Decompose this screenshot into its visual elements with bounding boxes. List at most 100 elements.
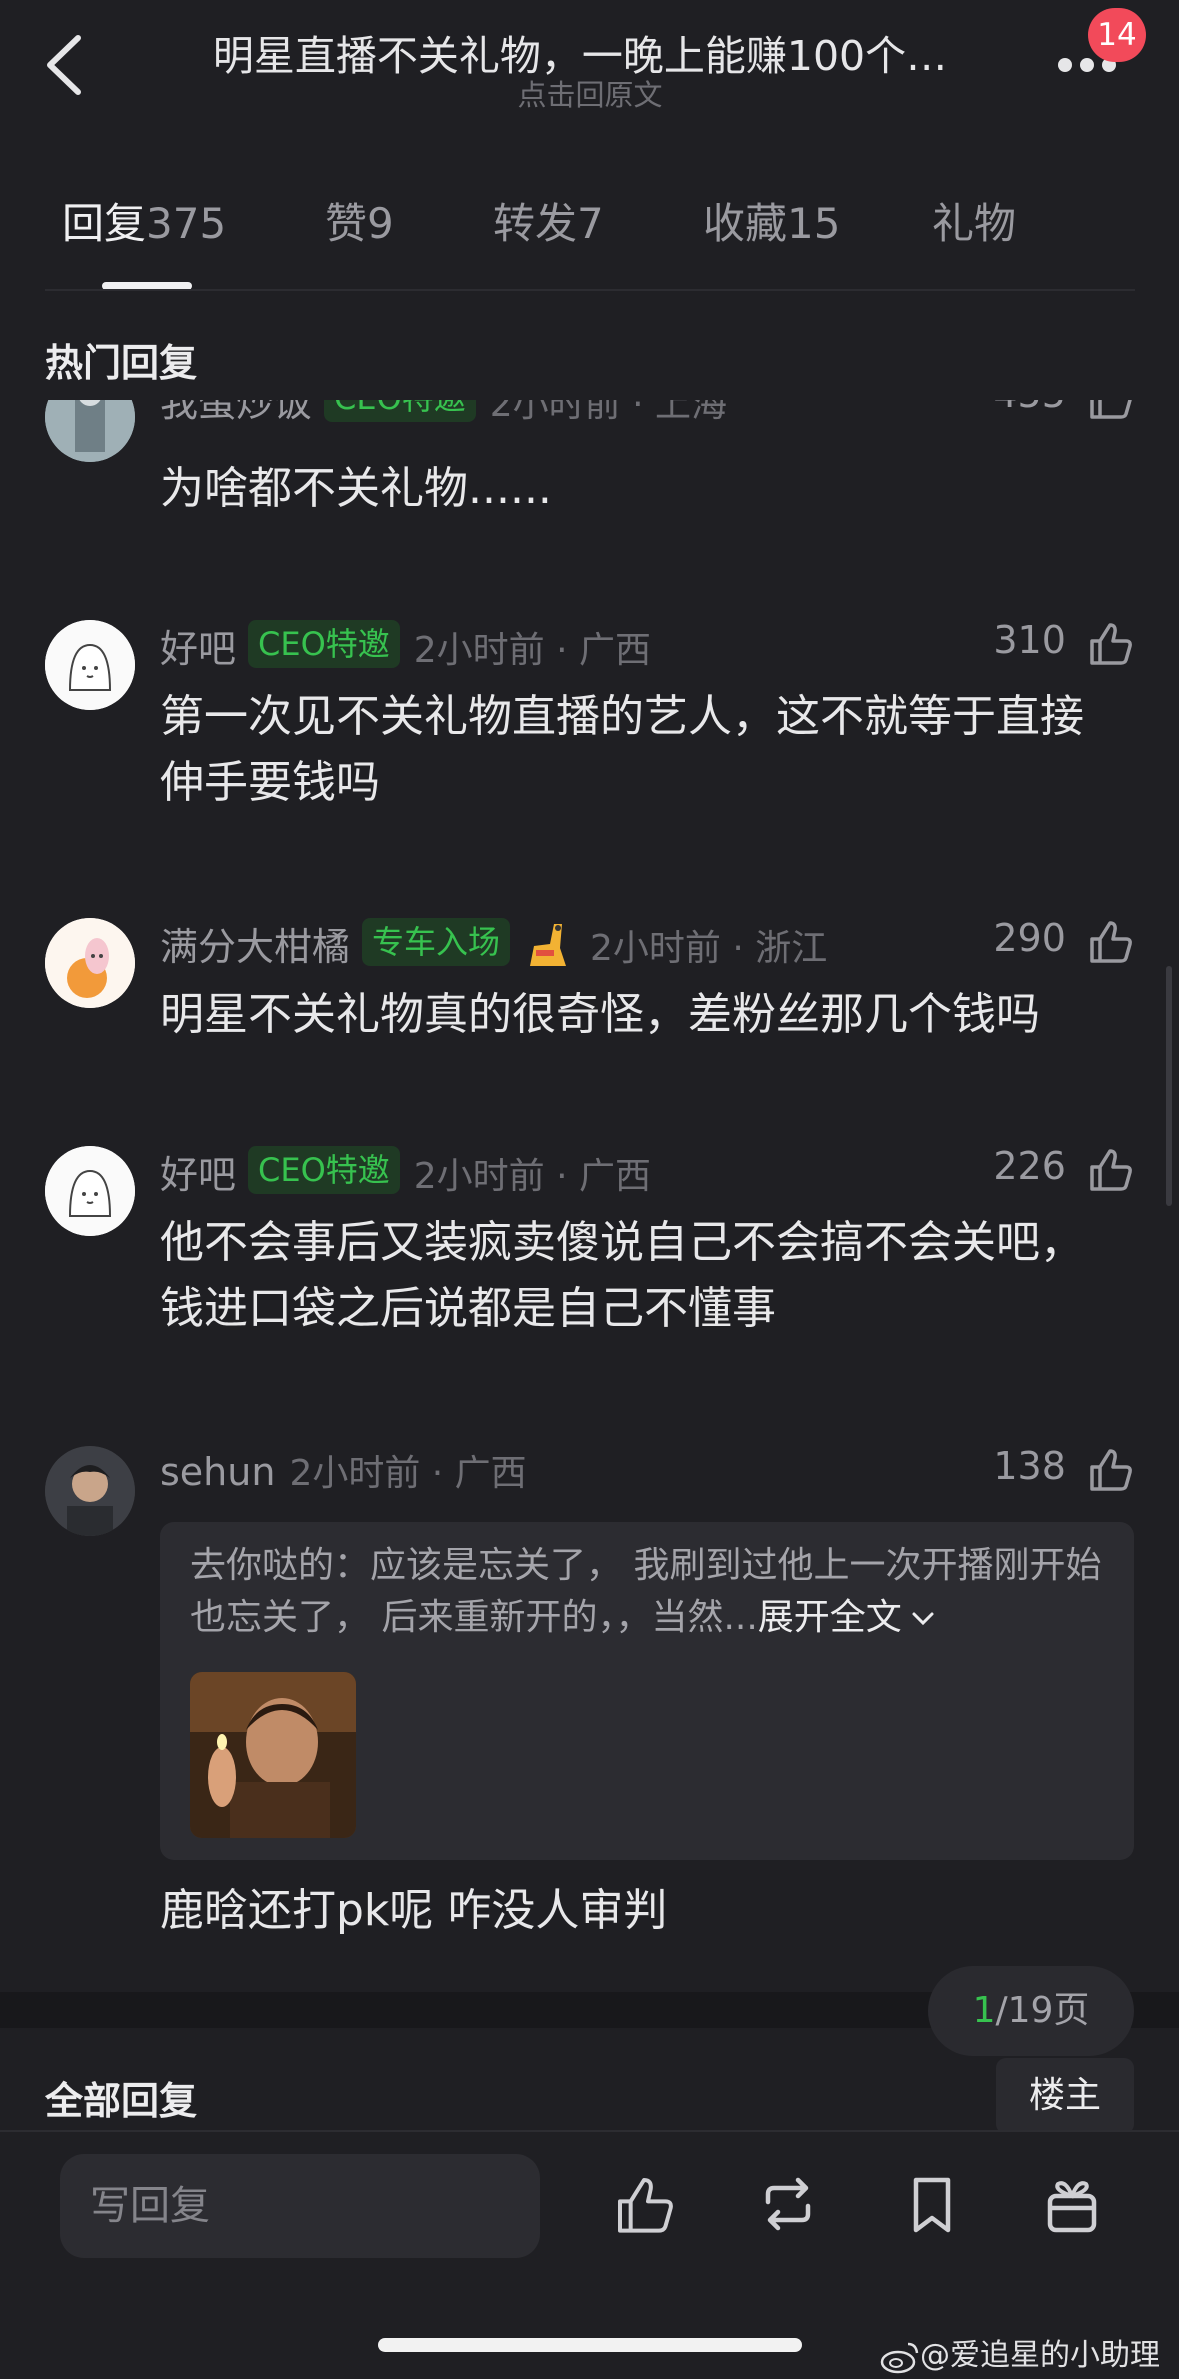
like-button[interactable]: 455 — [993, 400, 1134, 432]
like-count: 290 — [993, 916, 1066, 960]
thumbs-up-icon — [618, 2178, 673, 2233]
chevron-down-icon — [912, 1612, 934, 1626]
giraffe-badge-icon — [530, 924, 567, 966]
comment-text: 鹿晗还打pk呢 咋没人审判 — [160, 1885, 668, 1936]
like-count: 226 — [993, 1144, 1066, 1188]
like-button[interactable]: 290 — [993, 916, 1134, 976]
comment-meta: 好吧 CEO特邀 2小时前 · 广西 — [160, 618, 651, 678]
username[interactable]: sehun — [160, 1450, 275, 1494]
thumbs-up-icon — [1090, 622, 1132, 665]
tab-bar: 回复375 赞9 转发7 收藏15 礼物 — [0, 190, 1179, 290]
quote-text: 去你哒的：应该是忘关了， 我刷到过他上一次开播刚开始也忘关了， 后来重新开的，，… — [190, 1545, 1102, 1638]
tab-favorites[interactable]: 收藏15 — [703, 190, 840, 251]
reaction-gif-image[interactable] — [190, 1672, 356, 1838]
like-post-button[interactable] — [612, 2172, 676, 2242]
tab-likes[interactable]: 赞9 — [325, 190, 394, 251]
back-button[interactable] — [40, 30, 90, 100]
dot-icon — [1058, 58, 1072, 72]
watermark: @爱追星的小助理 — [880, 2330, 1160, 2374]
comment-item[interactable]: 满分大柑橘 专车入场 2小时前 · 浙江 290 明星不关礼物真的很奇怪，差粉丝那几… — [0, 916, 1179, 1056]
comment-text: 第一次见不关礼物直播的艺人，这不就等于直接伸手要钱吗 — [160, 691, 1084, 808]
comment-item[interactable]: 好吧 CEO特邀 2小时前 · 广西 226 他不会事后又装疯卖傻说自己不会搞不会关… — [0, 1144, 1179, 1354]
hot-replies-title: 热门回复 — [45, 341, 198, 385]
gift-icon — [1047, 2181, 1097, 2233]
like-count: 310 — [993, 618, 1066, 662]
tab-count: 9 — [367, 199, 394, 248]
scrollbar[interactable] — [1166, 966, 1172, 1206]
tab-count: 15 — [787, 199, 841, 248]
user-tag: CEO特邀 — [248, 620, 400, 668]
like-button[interactable]: 138 — [993, 1444, 1134, 1504]
like-count: 455 — [993, 400, 1066, 416]
comment-time: 2小时前 · 上海 — [489, 400, 728, 425]
avatar[interactable] — [45, 400, 135, 462]
tab-reposts[interactable]: 转发7 — [493, 190, 604, 251]
tab-label: 收藏 — [703, 199, 788, 248]
quoted-reply[interactable]: 去你哒的：应该是忘关了， 我刷到过他上一次开播刚开始也忘关了， 后来重新开的，，… — [160, 1522, 1134, 1860]
dot-icon — [1080, 58, 1094, 72]
thumbs-up-icon — [1090, 1148, 1132, 1191]
comment-meta: 好吧 CEO特邀 2小时前 · 广西 — [160, 1144, 651, 1204]
chevron-left-icon — [47, 35, 81, 95]
username[interactable]: 满分大柑橘 — [160, 925, 350, 969]
comment-time: 2小时前 · 广西 — [413, 630, 652, 671]
tab-label: 回复 — [62, 199, 147, 248]
repost-icon — [765, 2177, 811, 2231]
gift-button[interactable] — [1040, 2172, 1104, 2242]
username[interactable]: 好吧 — [160, 1153, 236, 1197]
like-button[interactable]: 226 — [993, 1144, 1134, 1204]
comment-text: 明星不关礼物真的很奇怪，差粉丝那几个钱吗 — [160, 989, 1040, 1040]
reply-input[interactable]: 写回复 — [60, 2154, 540, 2258]
owner-only-button[interactable]: 楼主 — [996, 2058, 1134, 2134]
expand-full-text-link[interactable]: 展开全文 — [758, 1597, 938, 1638]
tab-count: 7 — [577, 199, 604, 248]
avatar[interactable] — [45, 1146, 135, 1236]
comment-text: 为啥都不关礼物...... — [160, 463, 552, 514]
pagination-indicator[interactable]: 1/19页 — [928, 1966, 1134, 2056]
current-page: 1 — [972, 1990, 996, 2031]
avatar[interactable] — [45, 1446, 135, 1536]
favorite-button[interactable] — [900, 2172, 964, 2242]
comment-item[interactable]: sehun 2小时前 · 广西 138 去你哒的：应该是忘关了， 我刷到过他上一次… — [0, 1444, 1179, 1964]
username[interactable]: 好吧 — [160, 627, 236, 671]
comment-item[interactable]: 好吧 CEO特邀 2小时前 · 广西 310 第一次见不关礼物直播的艺人，这不就等于… — [0, 618, 1179, 828]
comment-time: 2小时前 · 广西 — [289, 1453, 527, 1494]
watermark-text: @爱追星的小助理 — [920, 2338, 1160, 2373]
like-count: 138 — [993, 1444, 1066, 1488]
divider — [45, 289, 1135, 291]
comment-time: 2小时前 · 浙江 — [590, 928, 828, 969]
username[interactable]: 我蛋炒饭 — [160, 400, 312, 425]
quoted-reply-text: 去你哒的：应该是忘关了， 我刷到过他上一次开播刚开始也忘关了， 后来重新开的，，… — [190, 1540, 1110, 1644]
tab-label: 转发 — [493, 199, 578, 248]
like-button[interactable]: 310 — [993, 618, 1134, 678]
expand-label: 展开全文 — [757, 1597, 902, 1638]
tab-label: 礼物 — [932, 199, 1017, 248]
comment-meta: 我蛋炒饭 CEO特邀 2小时前 · 上海 — [160, 400, 727, 432]
back-to-original-link[interactable]: 点击回原文 — [150, 72, 1030, 114]
bookmark-icon — [913, 2177, 951, 2233]
top-bar: 明星直播不关礼物，一晚上能赚100个… 点击回原文 14 — [0, 0, 1179, 140]
weibo-logo-icon — [880, 2342, 919, 2373]
thumbs-up-icon — [1090, 920, 1132, 963]
thumbs-up-icon — [1090, 1448, 1132, 1491]
comment-time: 2小时前 · 广西 — [413, 1156, 652, 1197]
all-replies-title: 全部回复 — [45, 2079, 198, 2123]
repost-button[interactable] — [756, 2172, 820, 2242]
avatar[interactable] — [45, 620, 135, 710]
tab-gifts[interactable]: 礼物 — [932, 190, 1016, 251]
user-tag: 专车入场 — [362, 918, 511, 966]
notification-badge: 14 — [1088, 8, 1146, 62]
user-tag: CEO特邀 — [324, 400, 476, 422]
avatar[interactable] — [45, 918, 135, 1008]
tab-replies[interactable]: 回复375 — [62, 190, 226, 251]
thumbs-up-icon — [1090, 400, 1132, 419]
comment-meta: sehun 2小时前 · 广西 — [160, 1444, 527, 1504]
tab-label: 赞 — [325, 199, 368, 248]
comment-text: 他不会事后又装疯卖傻说自己不会搞不会关吧，钱进口袋之后说都是自己不懂事 — [160, 1217, 1084, 1334]
user-tag: CEO特邀 — [248, 1146, 400, 1194]
comment-meta: 满分大柑橘 专车入场 2小时前 · 浙江 — [160, 916, 827, 976]
tab-count: 375 — [146, 199, 227, 248]
comment-item[interactable]: 我蛋炒饭 CEO特邀 2小时前 · 上海 455 为啥都不关礼物...... — [0, 400, 1179, 540]
home-indicator[interactable] — [378, 2338, 802, 2352]
total-pages: /19页 — [995, 1990, 1090, 2031]
